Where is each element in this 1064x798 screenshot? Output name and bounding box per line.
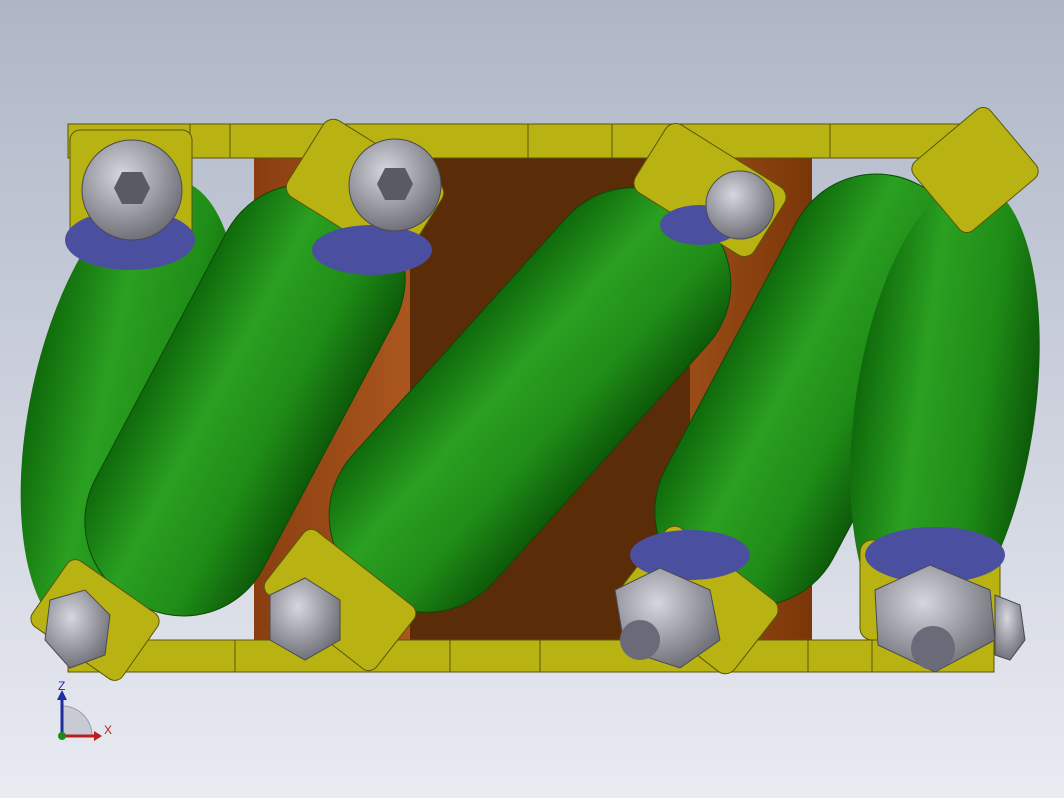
- socket-head-bolt[interactable]: [705, 170, 775, 240]
- nut-center: [911, 626, 955, 670]
- model-canvas[interactable]: Z X: [0, 0, 1064, 798]
- frame-top-rail: [67, 123, 995, 159]
- nut-center: [620, 620, 660, 660]
- graphics-viewport[interactable]: Z X: [0, 0, 1064, 798]
- y-axis-dot: [58, 732, 66, 740]
- x-axis-label: X: [104, 723, 112, 737]
- z-axis-label: Z: [58, 679, 65, 693]
- bushing: [312, 225, 432, 275]
- bushing: [630, 530, 750, 580]
- frame-bottom-rail: [67, 639, 995, 673]
